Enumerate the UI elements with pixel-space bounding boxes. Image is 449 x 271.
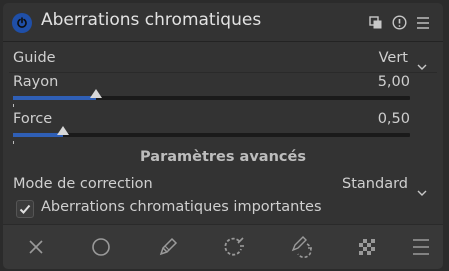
checkmark-icon (19, 204, 31, 214)
slider-tick (13, 141, 14, 144)
slider-tick (13, 104, 14, 107)
force-value: 0,50 (377, 111, 410, 127)
drawn-parametric-mask-icon[interactable] (288, 234, 314, 260)
force-fill (13, 133, 63, 137)
force-track[interactable] (13, 126, 410, 137)
close-icon[interactable] (23, 234, 49, 260)
rayon-fill (13, 96, 97, 100)
parametric-mask-icon[interactable] (221, 234, 247, 260)
circle-mask-icon[interactable] (88, 234, 114, 260)
important-checkbox[interactable] (16, 200, 34, 218)
mode-value: Standard (342, 176, 408, 192)
menu-icon[interactable] (416, 15, 430, 34)
power-icon[interactable] (12, 13, 32, 33)
presets-icon[interactable] (369, 15, 383, 34)
force-label: Force (13, 111, 53, 127)
important-label: Aberrations chromatiques importantes (41, 199, 322, 215)
divider (9, 72, 437, 73)
raster-mask-icon[interactable] (354, 234, 380, 260)
guide-value: Vert (378, 50, 408, 66)
module-title: Aberrations chromatiques (41, 10, 262, 30)
rayon-label: Rayon (13, 74, 59, 90)
section-title: Paramètres avancés (140, 149, 306, 165)
chevron-down-icon (417, 182, 427, 201)
mode-label: Mode de correction (13, 176, 153, 192)
rayon-value: 5,00 (377, 74, 410, 90)
mask-menu-icon[interactable] (408, 234, 434, 260)
reset-icon[interactable] (392, 15, 407, 34)
rayon-track[interactable] (13, 89, 410, 100)
module-panel: Aberrations chromatiques Guide Vert Rayo… (3, 3, 443, 269)
module-header[interactable]: Aberrations chromatiques (3, 3, 443, 42)
mask-toolbar (3, 224, 443, 269)
pencil-icon[interactable] (155, 234, 181, 260)
guide-label: Guide (13, 50, 56, 66)
